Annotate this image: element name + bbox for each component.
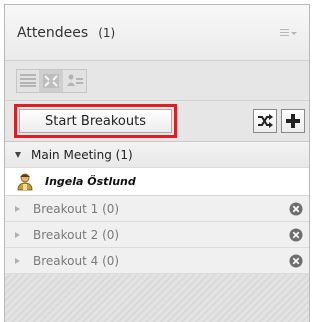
- list-view-icon: [20, 74, 36, 87]
- breakout-tools: [253, 109, 305, 133]
- attendees-panel: Attendees (1) Start Breakouts Main Meeti…: [4, 4, 310, 322]
- start-breakouts-highlight: Start Breakouts: [14, 104, 177, 138]
- main-meeting-label: Main Meeting (1): [31, 147, 133, 162]
- breakout-row-4[interactable]: Breakout 4 (0): [5, 248, 309, 274]
- caret-down-icon: [15, 151, 21, 158]
- chevron-down-icon: [291, 32, 297, 35]
- breakout-label: Breakout 2 (0): [33, 227, 120, 242]
- view-mode-group: [16, 68, 87, 93]
- breakout-row-2[interactable]: Breakout 2 (0): [5, 222, 309, 248]
- close-icon[interactable]: [289, 202, 303, 216]
- panel-menu-button[interactable]: [280, 29, 297, 36]
- title-wrap: Attendees (1): [17, 25, 115, 41]
- view-toolbar: [5, 61, 309, 101]
- start-breakouts-button[interactable]: Start Breakouts: [19, 109, 172, 133]
- plus-icon: [286, 114, 300, 128]
- panel-header: Attendees (1): [5, 5, 309, 61]
- attendee-row[interactable]: Ingela Östlund: [5, 168, 309, 196]
- caret-right-icon: [15, 205, 20, 212]
- breakout-view-icon: [43, 73, 59, 88]
- menu-lines-icon: [280, 29, 289, 36]
- add-breakout-button[interactable]: [281, 109, 305, 133]
- caret-right-icon: [15, 231, 20, 238]
- close-icon[interactable]: [289, 254, 303, 268]
- empty-area: [5, 274, 309, 322]
- status-view-icon: [66, 74, 83, 86]
- attendee-name: Ingela Östlund: [45, 175, 136, 188]
- host-avatar-icon: [17, 173, 33, 190]
- list-view-button[interactable]: [17, 69, 40, 92]
- panel-title: Attendees: [17, 24, 89, 41]
- breakout-view-button[interactable]: [40, 69, 63, 92]
- main-meeting-row[interactable]: Main Meeting (1): [5, 142, 309, 168]
- breakout-action-bar: Start Breakouts: [5, 101, 309, 142]
- breakout-list: Main Meeting (1) Ingela Östlund Breakout…: [5, 142, 309, 274]
- breakout-label: Breakout 4 (0): [33, 253, 120, 268]
- breakout-row-1[interactable]: Breakout 1 (0): [5, 196, 309, 222]
- caret-right-icon: [15, 257, 20, 264]
- status-view-button[interactable]: [63, 70, 86, 92]
- attendee-count: (1): [98, 25, 116, 40]
- shuffle-icon: [258, 114, 273, 128]
- close-icon[interactable]: [289, 228, 303, 242]
- breakout-label: Breakout 1 (0): [33, 201, 120, 216]
- shuffle-attendees-button[interactable]: [253, 109, 277, 133]
